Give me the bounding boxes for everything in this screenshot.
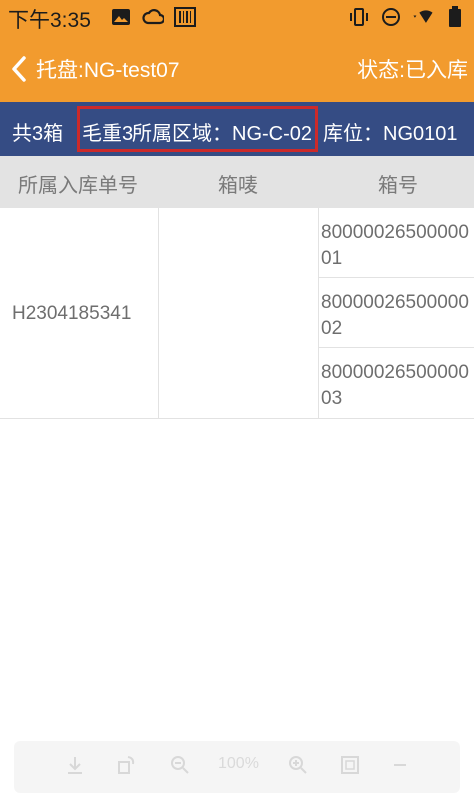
list-item: 8000002650000001 [319, 208, 474, 278]
page-title: 托盘:NG-test07 [36, 59, 180, 82]
box-no-cell: 8000002650000002 [321, 292, 469, 339]
zoom-level: 100% [218, 755, 259, 772]
status-right-icons [348, 6, 466, 28]
cloud-sync-icon [142, 6, 164, 28]
header-order-no: 所属入库单号 [18, 175, 138, 197]
list-item: 8000002650000002 [319, 278, 474, 348]
header-box-mark: 箱唛 [218, 175, 258, 197]
storage-location: 库位：NG0101 [323, 123, 458, 145]
pallet-status: 状态:已入库 [357, 59, 468, 82]
area-label: 所属区域：NG-C-02 [132, 123, 313, 145]
box-no-cell: 8000002650000001 [321, 222, 469, 269]
box-no-cell: 8000002650000003 [321, 362, 469, 409]
fit-page-icon[interactable] [340, 755, 360, 780]
image-icon [110, 6, 132, 28]
list-item: 8000002650000003 [319, 348, 474, 418]
table-row: H2304185341 8000002650000001 80000026500… [0, 208, 474, 419]
status-left-icons [110, 6, 196, 28]
back-button[interactable] [10, 54, 36, 84]
table-header: 所属入库单号 箱唛 箱号 [0, 156, 474, 208]
zoom-out-icon[interactable] [170, 755, 190, 780]
pdf-toolbar: 100% [14, 741, 460, 793]
app-bar: 托盘:NG-test07 状态:已入库 [0, 34, 474, 102]
download-icon[interactable] [66, 755, 84, 780]
chevron-left-icon [12, 56, 26, 82]
status-bar: 下午3:35 [0, 0, 474, 34]
battery-icon [444, 6, 466, 28]
order-no-cell: H2304185341 [12, 303, 132, 324]
dnd-icon [380, 6, 402, 28]
wifi-icon [412, 6, 434, 28]
barcode-icon [174, 6, 196, 28]
vibrate-icon [348, 6, 370, 28]
rotate-icon[interactable] [116, 755, 136, 780]
column-divider [158, 208, 159, 419]
zoom-in-icon[interactable] [288, 755, 308, 780]
status-time: 下午3:35 [8, 9, 91, 32]
more-icon[interactable] [392, 755, 408, 780]
box-count: 共3箱 [12, 123, 64, 145]
header-box-no: 箱号 [378, 175, 418, 197]
